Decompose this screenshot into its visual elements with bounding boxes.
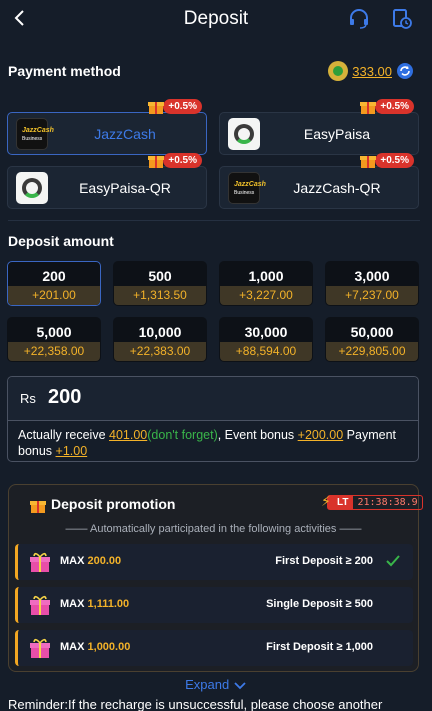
promotion-title: Deposit promotion — [51, 496, 176, 512]
balance: 333.00 — [328, 61, 414, 81]
amount-bonus: +22,383.00 — [114, 342, 206, 361]
amount-value: 30,000 — [244, 324, 288, 340]
amount-field[interactable]: Rs 200 — [8, 377, 418, 421]
payment-method-title: Payment method — [8, 63, 121, 79]
gift-icon — [360, 102, 377, 114]
promotion-row[interactable]: MAX 1,111.00 Single Deposit ≥ 500 — [15, 587, 413, 623]
refresh-icon[interactable] — [396, 62, 414, 80]
deposit-history-button[interactable] — [390, 7, 414, 31]
payment-method-label: JazzCash — [94, 126, 156, 142]
wallet-icon — [328, 61, 349, 81]
amount-option[interactable]: 50,000 +229,805.00 — [325, 317, 419, 362]
payment-method-label: JazzCash-QR — [293, 180, 381, 196]
currency-label: Rs — [20, 391, 36, 406]
amount-value: 200 — [42, 268, 66, 284]
payment-bonus: +1.00 — [55, 444, 88, 458]
amount-value: 500 — [148, 268, 172, 284]
gift-icon — [360, 156, 377, 168]
amount-bonus: +201.00 — [8, 286, 100, 305]
history-icon — [393, 9, 412, 29]
payment-method-label: EasyPaisa — [303, 126, 371, 142]
promotion-row[interactable]: MAX 1,000.00 First Deposit ≥ 1,000 — [15, 630, 413, 666]
amount-input-box: Rs 200 Actually receive 401.00(don't for… — [7, 376, 419, 462]
receive-summary: Actually receive 401.00(don't forget), E… — [18, 428, 397, 458]
amount-bonus: +229,805.00 — [326, 342, 418, 361]
amount-value: 5,000 — [36, 324, 72, 340]
amount-bonus: +7,237.00 — [326, 286, 418, 305]
check-icon — [386, 555, 400, 567]
receive-amount: 401.00 — [109, 428, 148, 442]
promotion-subtitle: —— Automatically participated in the fol… — [65, 523, 362, 535]
event-bonus: +200.00 — [297, 428, 344, 442]
payment-method-label: EasyPaisa-QR — [79, 180, 171, 196]
payment-method-easypaisa[interactable]: EasyPaisa +0.5% — [219, 98, 419, 155]
promotion-condition: Single Deposit ≥ 500 — [266, 598, 373, 610]
gift-icon — [148, 156, 165, 168]
amount-option[interactable]: 3,000 +7,237.00 — [325, 261, 419, 306]
amount-option[interactable]: 5,000 +22,358.00 — [7, 317, 101, 362]
gift-icon — [30, 501, 46, 513]
bonus-badge: +0.5% — [359, 97, 414, 115]
gift-box-icon — [30, 638, 50, 658]
payment-method-jazzcash-qr[interactable]: JazzCash Business JazzCash-QR +0.5% — [219, 152, 419, 209]
amount-value: 1,000 — [248, 268, 284, 284]
limited-time-badge: LT 21:38:38.9 — [321, 493, 423, 510]
amount-option[interactable]: 200 +201.00 — [7, 261, 101, 306]
amount-bonus: +22,358.00 — [8, 342, 100, 361]
gift-icon — [148, 102, 165, 114]
gift-box-icon — [30, 595, 50, 615]
lt-label: LT — [321, 493, 353, 510]
max-reward: MAX 200.00 — [60, 555, 122, 567]
promotion-condition: First Deposit ≥ 1,000 — [266, 641, 373, 653]
countdown-timer: 21:38:38.9 — [352, 495, 423, 510]
amount-option[interactable]: 10,000 +22,383.00 — [113, 317, 207, 362]
amount-option[interactable]: 1,000 +3,227.00 — [219, 261, 313, 306]
expand-button[interactable]: Expand — [0, 677, 432, 692]
deposit-amount-title: Deposit amount — [8, 233, 114, 249]
easypaisa-logo — [228, 118, 260, 150]
deposit-promotion-panel: Deposit promotion LT 21:38:38.9 —— Autom… — [8, 484, 423, 672]
bonus-badge: +0.5% — [147, 97, 202, 115]
amount-value: 10,000 — [138, 324, 182, 340]
max-reward: MAX 1,000.00 — [60, 641, 131, 653]
promotion-row[interactable]: MAX 200.00 First Deposit ≥ 200 — [15, 544, 413, 580]
balance-amount: 333.00 — [352, 63, 392, 79]
bonus-badge: +0.5% — [359, 151, 414, 169]
gift-box-icon — [30, 552, 50, 572]
header: Deposit — [0, 0, 432, 38]
divider — [8, 220, 420, 221]
reminder-text: Reminder:If the recharge is unsuccessful… — [8, 697, 383, 711]
easypaisa-logo — [16, 172, 48, 204]
bonus-badge: +0.5% — [147, 151, 202, 169]
jazzcash-logo: JazzCash Business — [16, 118, 54, 150]
promotion-condition: First Deposit ≥ 200 — [275, 555, 373, 567]
amount-bonus: +88,594.00 — [220, 342, 312, 361]
headset-icon — [350, 9, 368, 29]
jazzcash-logo: JazzCash Business — [228, 172, 266, 204]
amount-input[interactable]: 200 — [48, 386, 81, 409]
max-reward: MAX 1,111.00 — [60, 598, 130, 610]
amount-bonus: +1,313.50 — [114, 286, 206, 305]
amount-option[interactable]: 500 +1,313.50 — [113, 261, 207, 306]
amount-value: 50,000 — [350, 324, 394, 340]
payment-method-easypaisa-qr[interactable]: EasyPaisa-QR +0.5% — [7, 152, 207, 209]
payment-method-jazzcash[interactable]: JazzCash Business JazzCash +0.5% — [7, 98, 207, 155]
amount-option[interactable]: 30,000 +88,594.00 — [219, 317, 313, 362]
amount-value: 3,000 — [354, 268, 390, 284]
customer-support-button[interactable] — [347, 7, 371, 31]
amount-bonus: +3,227.00 — [220, 286, 312, 305]
chevron-down-icon — [234, 681, 246, 689]
